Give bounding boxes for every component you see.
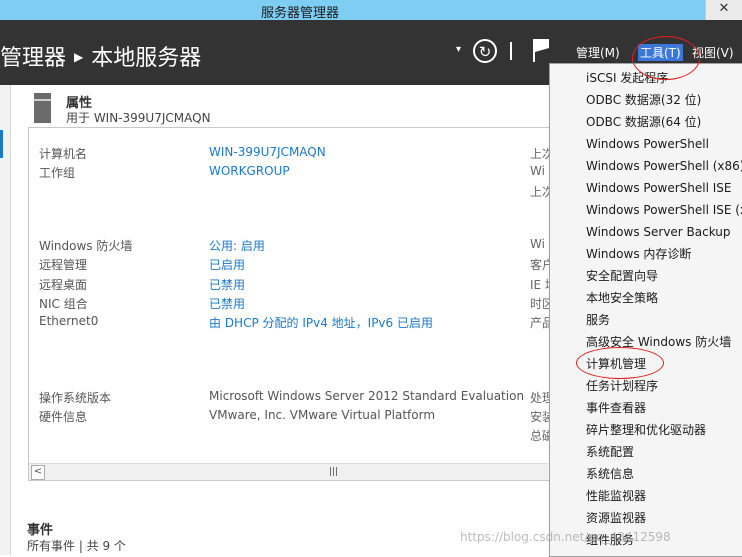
prop-label-right: 安装 <box>530 410 550 424</box>
tools-menu-item[interactable]: Windows 内存诊断 <box>586 243 691 265</box>
prop-label-right: 上次 <box>530 185 550 199</box>
prop-label: 操作系统版本 <box>39 391 112 405</box>
prop-value-link[interactable]: 公用: 启用 <box>209 237 265 254</box>
breadcrumb-separator-icon: ▶ <box>74 50 84 64</box>
header-divider <box>510 42 512 60</box>
prop-label: Windows 防火墙 <box>39 239 133 253</box>
tools-menu-item[interactable]: 性能监视器 <box>586 485 646 507</box>
breadcrumb: 管理器 ▶ 本地服务器 <box>0 40 201 72</box>
chevron-down-icon[interactable]: ▾ <box>456 44 461 55</box>
tools-menu-item[interactable]: ODBC 数据源(32 位) <box>586 89 701 111</box>
scroll-left-button[interactable]: < <box>31 465 45 480</box>
scroll-thumb-grip[interactable]: ||| <box>329 467 338 477</box>
tools-menu-item[interactable]: 安全配置向导 <box>586 265 658 287</box>
server-icon <box>34 93 51 123</box>
close-button[interactable]: ✕ <box>705 0 742 20</box>
tools-menu-item[interactable]: Windows PowerShell ISE <box>586 177 732 199</box>
refresh-icon[interactable]: ↻ <box>473 39 497 63</box>
tools-menu-item[interactable]: 碎片整理和优化驱动器 <box>586 419 706 441</box>
menu-manage[interactable]: 管理(M) <box>576 44 620 61</box>
prop-label-right: 总磁 <box>530 429 550 443</box>
prop-label-right: 产品 <box>530 316 550 330</box>
tools-menu-item[interactable]: Windows PowerShell <box>586 133 709 155</box>
prop-value-link[interactable]: WORKGROUP <box>209 164 290 178</box>
nav-selection-indicator <box>0 130 3 158</box>
events-subtitle: 所有事件 | 共 9 个 <box>27 539 126 553</box>
horizontal-scrollbar[interactable]: < ||| <box>29 463 548 480</box>
title-bar: 服务器管理器 ✕ <box>0 0 742 21</box>
prop-label: NIC 组合 <box>39 297 88 311</box>
breadcrumb-current: 本地服务器 <box>91 46 202 71</box>
prop-value-link[interactable]: 已禁用 <box>209 295 245 312</box>
tools-menu: iSCSI 发起程序 ODBC 数据源(32 位) ODBC 数据源(64 位)… <box>549 63 742 557</box>
prop-value-link[interactable]: 已启用 <box>209 256 245 273</box>
prop-label: 工作组 <box>39 166 76 180</box>
tools-menu-item[interactable]: ODBC 数据源(64 位) <box>586 111 701 133</box>
prop-label: 硬件信息 <box>39 410 88 424</box>
tools-menu-item[interactable]: Windows PowerShell ISE (x86) <box>586 199 742 221</box>
prop-label-right: Wi <box>530 164 545 178</box>
tools-menu-item[interactable]: Windows Server Backup <box>586 221 731 243</box>
prop-label: 计算机名 <box>39 147 88 161</box>
left-nav-rail <box>0 85 11 555</box>
breadcrumb-parent[interactable]: 管理器 <box>0 46 66 71</box>
prop-value: Microsoft Windows Server 2012 Standard E… <box>209 389 525 403</box>
prop-value: VMware, Inc. VMware Virtual Platform <box>209 408 436 422</box>
tools-menu-item[interactable]: 系统配置 <box>586 441 634 463</box>
properties-panel <box>28 127 570 481</box>
prop-label: 远程桌面 <box>39 278 88 292</box>
watermark-text: https://blog.csdn.net/qq_43412598 <box>460 530 671 544</box>
prop-label-right: 时区 <box>530 297 550 311</box>
tools-menu-item[interactable]: 系统信息 <box>586 463 634 485</box>
prop-value-link[interactable]: 由 DHCP 分配的 IPv4 地址，IPv6 已启用 <box>209 314 433 331</box>
prop-label: Ethernet0 <box>39 314 99 328</box>
tools-menu-item[interactable]: 资源监视器 <box>586 507 646 529</box>
prop-label-right: IE 增 <box>530 278 550 292</box>
events-title: 事件 <box>27 523 54 538</box>
highlight-circle-tools <box>632 36 700 80</box>
prop-label-right: 上次 <box>530 147 550 161</box>
tools-menu-item[interactable]: 服务 <box>586 309 610 331</box>
prop-label-right: 处理 <box>530 391 550 405</box>
prop-label-right: Wi <box>530 237 545 251</box>
notifications-flag-icon[interactable] <box>532 38 550 62</box>
tools-menu-item[interactable]: Windows PowerShell (x86) <box>586 155 742 177</box>
prop-label-right: 客户 <box>530 258 550 272</box>
tools-menu-item[interactable]: 本地安全策略 <box>586 287 658 309</box>
prop-label: 远程管理 <box>39 258 88 272</box>
prop-value-link[interactable]: 已禁用 <box>209 276 245 293</box>
properties-subtitle: 用于 WIN-399U7JCMAQN <box>66 111 211 125</box>
prop-value-link[interactable]: WIN-399U7JCMAQN <box>209 145 326 159</box>
highlight-circle-computer-management <box>576 347 664 379</box>
tools-menu-item[interactable]: 事件查看器 <box>586 397 646 419</box>
window-title: 服务器管理器 <box>260 6 339 21</box>
